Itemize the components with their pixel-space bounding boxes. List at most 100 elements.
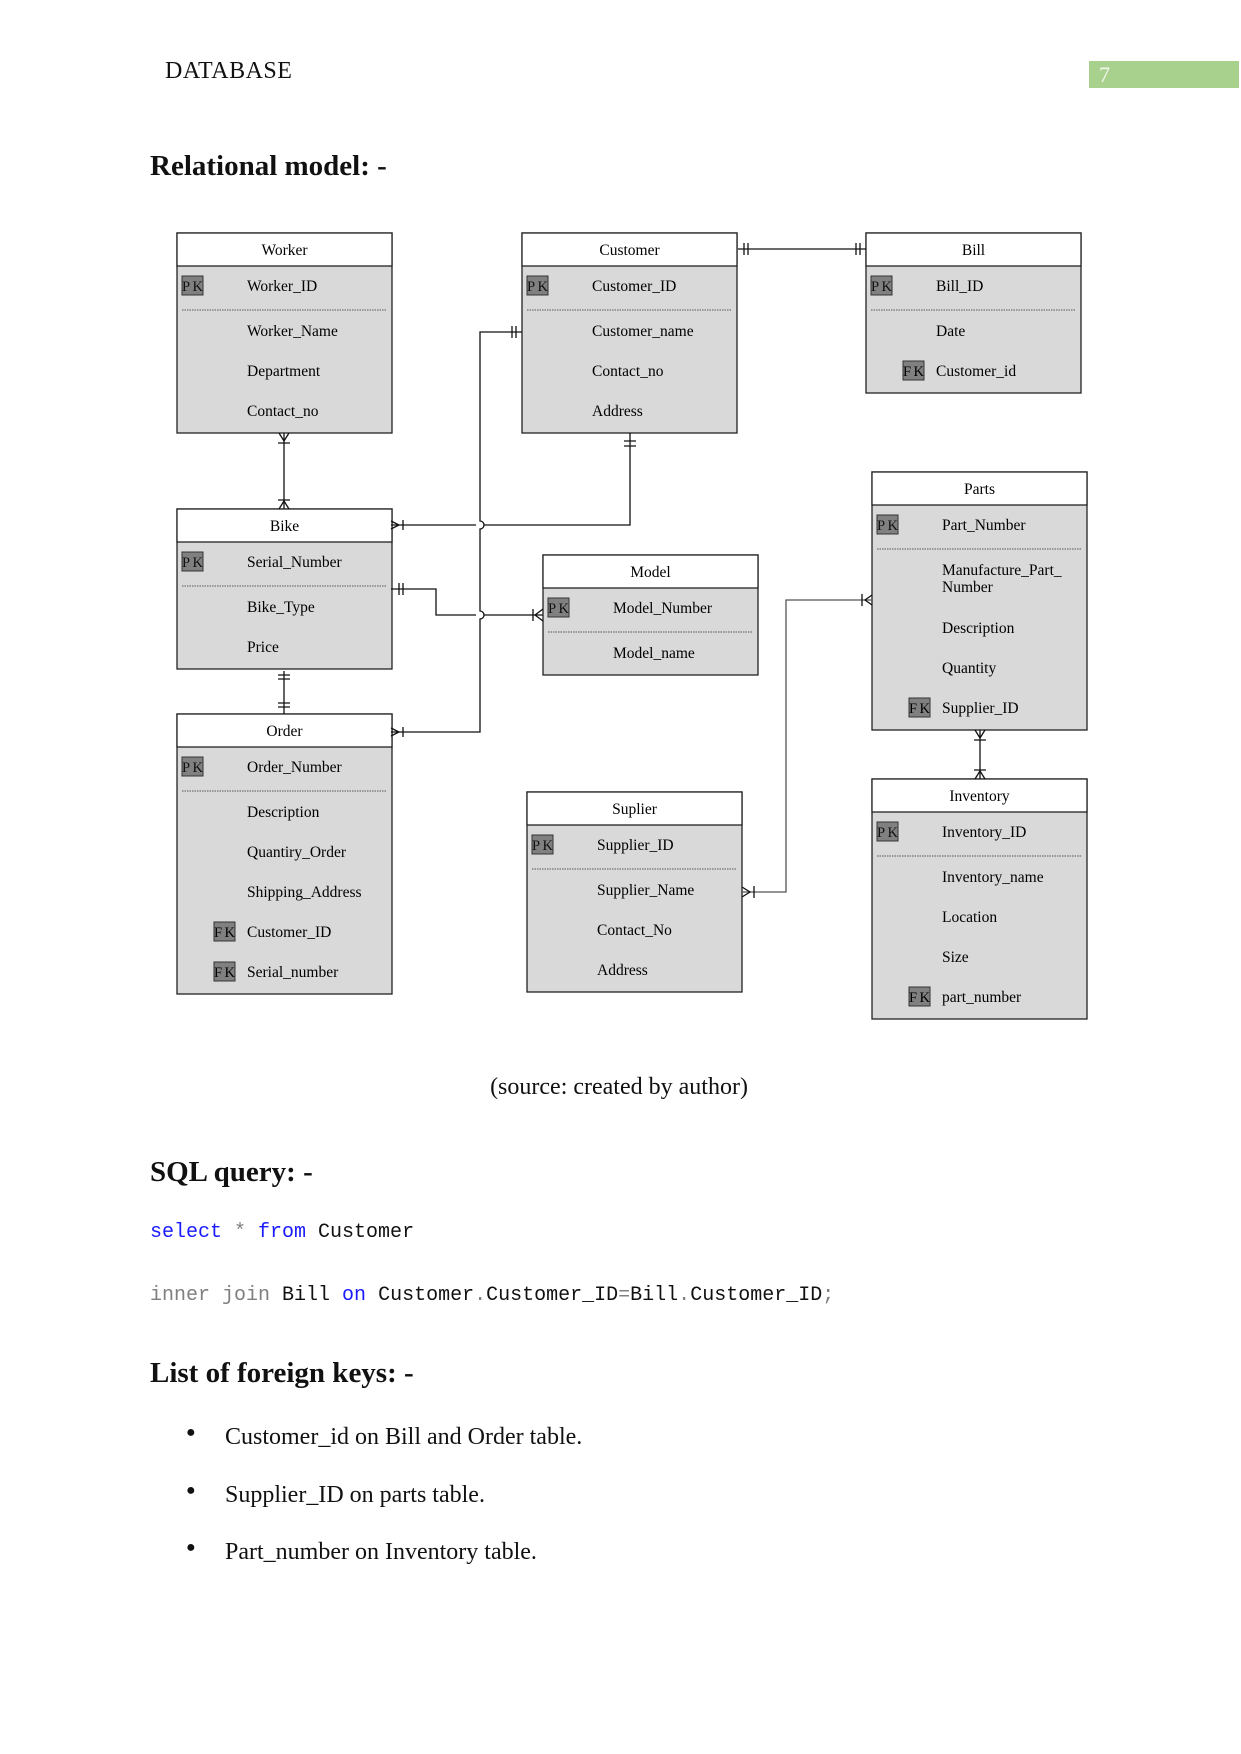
- pk-label: PK: [871, 279, 893, 295]
- attribute-field: part_number: [942, 989, 1022, 1006]
- entity-name: Bike: [270, 518, 299, 535]
- pk-label: PK: [877, 518, 899, 534]
- sql-token: =: [618, 1284, 631, 1307]
- relationship-bike-model: [391, 588, 543, 616]
- attribute-field: Quantiry_Order: [247, 844, 347, 861]
- attribute-field: Description: [247, 804, 320, 821]
- entity-order: Order PK Order_Number Description Quantiry_O…: [176, 713, 393, 995]
- entity-model: Model PK Model_Number Model_name: [542, 554, 759, 676]
- attribute-field: Size: [942, 949, 969, 966]
- sql-line-1: select * from Customer: [150, 1221, 414, 1244]
- sql-token: select: [150, 1221, 223, 1244]
- primary-key-field: Worker_ID: [247, 278, 317, 295]
- attribute-field: Supplier_Name: [597, 882, 694, 899]
- pk-label: PK: [877, 825, 899, 841]
- entity-name: Worker: [261, 242, 308, 259]
- fk-label: FK: [214, 925, 236, 941]
- attribute-field: Number: [942, 579, 994, 596]
- attribute-field: Quantity: [942, 660, 996, 677]
- list-item: Customer_id on Bill and Order table.: [225, 1424, 583, 1450]
- sql-query-heading: SQL query: -: [150, 1156, 313, 1188]
- attribute-field: Department: [247, 363, 321, 380]
- cardinality-icon: [741, 594, 873, 898]
- pk-label: PK: [182, 760, 204, 776]
- foreign-keys-heading: List of foreign keys: -: [150, 1357, 414, 1389]
- primary-key-field: Customer_ID: [592, 278, 676, 295]
- sql-token: .: [678, 1284, 691, 1307]
- sql-token: on: [342, 1284, 367, 1307]
- primary-key-field: Serial_Number: [247, 554, 343, 571]
- sql-token: Bill: [270, 1284, 343, 1307]
- relationship-suplier-parts: [742, 599, 872, 893]
- bullet-icon: ●: [186, 1539, 196, 1556]
- entity-parts: Parts PK Part_Number Manufacture_Part_Numbe…: [871, 471, 1088, 731]
- sql-token: ;: [822, 1284, 835, 1307]
- attribute-field: Description: [942, 620, 1015, 637]
- sql-token: inner join: [150, 1284, 271, 1307]
- sql-token: .: [474, 1284, 487, 1307]
- attribute-field: Inventory_name: [942, 869, 1044, 886]
- primary-key-field: Model_Number: [613, 600, 713, 617]
- attribute-field: Date: [936, 323, 965, 340]
- sql-token: *: [222, 1221, 259, 1244]
- entity-inventory: Inventory PK Inventory_ID Inventory_name Loc…: [871, 778, 1088, 1020]
- entity-bill: Bill PK Bill_ID Date FK Customer_id: [865, 232, 1082, 394]
- attribute-field: Bike_Type: [247, 599, 315, 616]
- sql-token: Customer_ID: [690, 1284, 823, 1307]
- bullet-icon: ●: [186, 1482, 196, 1499]
- entity-name: Model: [630, 564, 670, 581]
- attribute-field: Contact_no: [247, 403, 319, 420]
- attribute-field: Supplier_ID: [942, 700, 1019, 717]
- attribute-field: Shipping_Address: [247, 884, 362, 901]
- entity-bike: Bike PK Serial_Number Bike_Type Price: [176, 508, 393, 670]
- relationship-customer-bike: [391, 433, 631, 526]
- entity-box: [871, 778, 1088, 1020]
- sql-token: Customer: [306, 1221, 415, 1244]
- attribute-field: Price: [247, 639, 279, 656]
- fk-label: FK: [909, 990, 931, 1006]
- entity-worker: Worker PK Worker_ID Worker_Name Department Co…: [176, 232, 393, 434]
- cardinality-icon: [390, 326, 517, 737]
- attribute-field: Address: [597, 962, 648, 979]
- entity-suplier: Suplier PK Supplier_ID Supplier_Name Contact…: [526, 791, 743, 993]
- attribute-field: Worker_Name: [247, 323, 338, 340]
- list-item: Part_number on Inventory table.: [225, 1539, 537, 1565]
- attribute-field: Customer_ID: [247, 924, 331, 941]
- attribute-field: Contact_No: [597, 922, 672, 939]
- pk-label: PK: [548, 601, 570, 617]
- bullet-icon: ●: [186, 1424, 196, 1441]
- primary-key-field: Supplier_ID: [597, 837, 674, 854]
- entity-name: Suplier: [612, 801, 658, 818]
- primary-key-field: Inventory_ID: [942, 824, 1026, 841]
- attribute-field: Serial_number: [247, 964, 339, 981]
- entity-name: Order: [266, 723, 303, 740]
- entity-name: Bill: [962, 242, 985, 259]
- sql-token: from: [258, 1221, 307, 1244]
- pk-label: PK: [182, 279, 204, 295]
- attribute-field: Address: [592, 403, 643, 420]
- fk-label: FK: [909, 701, 931, 717]
- entity-name: Parts: [964, 481, 995, 498]
- sql-token: Bill: [630, 1284, 679, 1307]
- relationship-customer-order: [391, 331, 522, 733]
- list-item: Supplier_ID on parts table.: [225, 1482, 485, 1508]
- fk-label: FK: [214, 965, 236, 981]
- pk-label: PK: [182, 555, 204, 571]
- sql-token: Customer_ID: [486, 1284, 619, 1307]
- entity-customer: Customer PK Customer_ID Customer_name Contac…: [521, 232, 738, 434]
- attribute-field: Manufacture_Part_: [942, 562, 1062, 579]
- sql-line-2: inner join Bill on Customer.Customer_ID=…: [150, 1284, 834, 1307]
- primary-key-field: Order_Number: [247, 759, 343, 776]
- attribute-field: Customer_name: [592, 323, 694, 340]
- sql-token: Customer: [366, 1284, 475, 1307]
- attribute-field: Customer_id: [936, 363, 1016, 380]
- fk-label: FK: [903, 364, 925, 380]
- pk-label: PK: [532, 838, 554, 854]
- figure-caption: (source: created by author): [490, 1074, 748, 1100]
- pk-label: PK: [527, 279, 549, 295]
- entity-box: [871, 471, 1088, 731]
- primary-key-field: Part_Number: [942, 517, 1026, 534]
- attribute-field: Contact_no: [592, 363, 664, 380]
- primary-key-field: Bill_ID: [936, 278, 983, 295]
- cardinality-icon: [390, 440, 636, 530]
